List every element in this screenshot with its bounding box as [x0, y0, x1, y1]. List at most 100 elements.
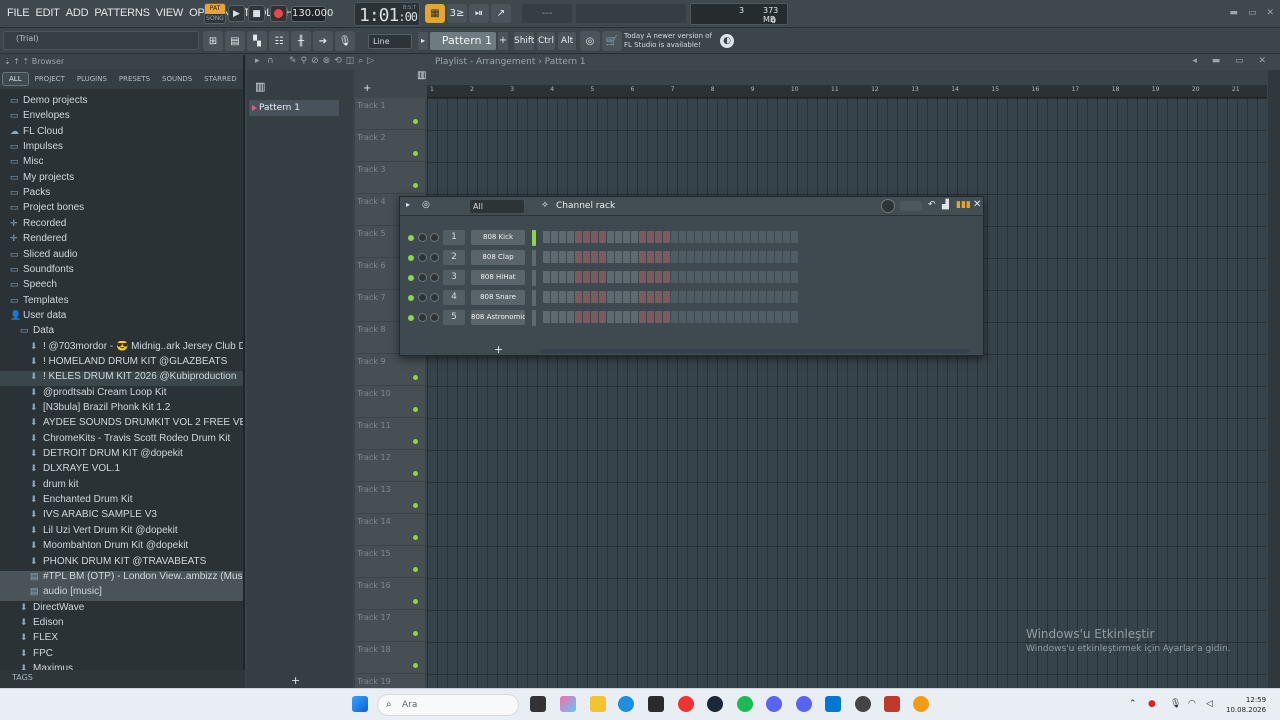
step-button[interactable]: [551, 271, 558, 283]
step-button[interactable]: [743, 251, 750, 263]
track-header[interactable]: Track 9: [355, 354, 425, 386]
step-button[interactable]: [591, 291, 598, 303]
step-button[interactable]: [623, 311, 630, 323]
step-button[interactable]: [567, 311, 574, 323]
volume-icon[interactable]: ◁: [1206, 699, 1213, 709]
channel-select-indicator[interactable]: [532, 270, 536, 286]
step-button[interactable]: [639, 271, 646, 283]
step-button[interactable]: [775, 231, 782, 243]
master-volume-slider[interactable]: [576, 4, 686, 23]
channel-select-indicator[interactable]: [532, 250, 536, 266]
step-button[interactable]: [631, 291, 638, 303]
step-button[interactable]: [719, 311, 726, 323]
tab-project[interactable]: PROJECT: [29, 73, 71, 85]
browser-item[interactable]: ▭ Templates: [0, 295, 243, 310]
mixer-icon[interactable]: ☷: [269, 31, 289, 51]
step-button[interactable]: [791, 311, 798, 323]
step-button[interactable]: [567, 271, 574, 283]
step-button[interactable]: [775, 251, 782, 263]
browser-item[interactable]: ▭ Misc: [0, 156, 243, 171]
swing-knob-icon[interactable]: ◎: [422, 200, 430, 210]
plugin-picker-icon[interactable]: ╫: [291, 31, 311, 51]
step-button[interactable]: [719, 251, 726, 263]
track-mute-led[interactable]: [413, 567, 418, 572]
step-button[interactable]: [623, 271, 630, 283]
step-button[interactable]: [663, 251, 670, 263]
track-header[interactable]: Track 16: [355, 578, 425, 610]
step-button[interactable]: [591, 251, 598, 263]
step-button[interactable]: [783, 231, 790, 243]
step-button[interactable]: [687, 311, 694, 323]
browser-item[interactable]: ⬇ ! KELES DRUM KIT 2026 @Kubiproduction: [0, 371, 243, 387]
fl-studio-icon[interactable]: [913, 696, 929, 712]
tags-bar[interactable]: TAGS: [0, 670, 245, 688]
menu-patterns[interactable]: PATTERNS: [91, 7, 152, 19]
step-button[interactable]: [559, 251, 566, 263]
step-button[interactable]: [599, 251, 606, 263]
step-button[interactable]: [711, 311, 718, 323]
pattern-item[interactable]: Pattern 1: [249, 100, 339, 116]
step-button[interactable]: [671, 291, 678, 303]
step-button[interactable]: [687, 291, 694, 303]
browser-item[interactable]: ▭ Impulses: [0, 141, 243, 156]
step-button[interactable]: [623, 251, 630, 263]
track-header[interactable]: Track 10: [355, 386, 425, 418]
step-button[interactable]: [743, 291, 750, 303]
obs-icon[interactable]: [855, 696, 871, 712]
step-button[interactable]: [783, 251, 790, 263]
step-button[interactable]: [727, 271, 734, 283]
capcut-icon[interactable]: [884, 696, 900, 712]
pat-song-toggle[interactable]: PAT SONG: [204, 3, 226, 24]
step-button[interactable]: [759, 251, 766, 263]
browser-item[interactable]: ⬇ DirectWave: [0, 602, 243, 617]
arrow-icon[interactable]: ➔: [313, 31, 333, 51]
step-button[interactable]: [663, 231, 670, 243]
browser-item[interactable]: ⬇ [N3bula] Brazil Phonk Kit 1.2: [0, 402, 243, 417]
step-button[interactable]: [567, 251, 574, 263]
channel-mixer-track[interactable]: 1: [443, 230, 465, 245]
step-button[interactable]: [639, 291, 646, 303]
browser-item[interactable]: 👤 User data: [0, 310, 243, 325]
browser-item[interactable]: ⬇ IVS ARABIC SAMPLE V3: [0, 509, 243, 524]
channel-pan-knob[interactable]: [418, 253, 427, 262]
playlist-menu-icon[interactable]: ▸: [255, 56, 260, 66]
step-button[interactable]: [679, 311, 686, 323]
channel-volume-knob[interactable]: [430, 273, 439, 282]
channel-rack-icon[interactable]: ▚: [247, 31, 267, 51]
start-icon[interactable]: [352, 696, 368, 712]
channel-select-indicator[interactable]: [532, 230, 536, 246]
browser-item[interactable]: ▭ Demo projects: [0, 95, 243, 110]
step-button[interactable]: [591, 231, 598, 243]
step-button[interactable]: [735, 231, 742, 243]
track-header[interactable]: Track 17: [355, 610, 425, 642]
step-button[interactable]: [767, 291, 774, 303]
step-button[interactable]: [567, 291, 574, 303]
track-header[interactable]: Track 13: [355, 482, 425, 514]
rack-drag-icon[interactable]: ⟡: [542, 200, 548, 210]
step-button[interactable]: [631, 231, 638, 243]
browser-item[interactable]: ▭ Soundfonts: [0, 264, 243, 279]
step-button[interactable]: [759, 231, 766, 243]
rack-scrollbar[interactable]: [540, 349, 970, 353]
step-button[interactable]: [639, 251, 646, 263]
step-button[interactable]: [735, 291, 742, 303]
online-icon[interactable]: ◎: [580, 31, 600, 51]
step-button[interactable]: [607, 291, 614, 303]
add-channel-button[interactable]: +: [494, 343, 503, 356]
add-pattern-icon[interactable]: +: [498, 32, 508, 50]
step-button[interactable]: [551, 251, 558, 263]
browser-item[interactable]: ▭ Envelopes: [0, 110, 243, 125]
step-button[interactable]: [615, 251, 622, 263]
step-button[interactable]: [791, 251, 798, 263]
channel-pan-knob[interactable]: [418, 313, 427, 322]
step-button[interactable]: [575, 271, 582, 283]
step-button[interactable]: [727, 231, 734, 243]
channel-pan-knob[interactable]: [418, 233, 427, 242]
step-button[interactable]: [679, 251, 686, 263]
step-button[interactable]: [767, 251, 774, 263]
step-button[interactable]: [543, 231, 550, 243]
news-icon[interactable]: ◐: [720, 34, 734, 48]
browser-item[interactable]: ⬇ drum kit: [0, 479, 243, 494]
browser-item[interactable]: ⬇ @prodtsabi Cream Loop Kit: [0, 387, 243, 402]
step-button[interactable]: [551, 231, 558, 243]
